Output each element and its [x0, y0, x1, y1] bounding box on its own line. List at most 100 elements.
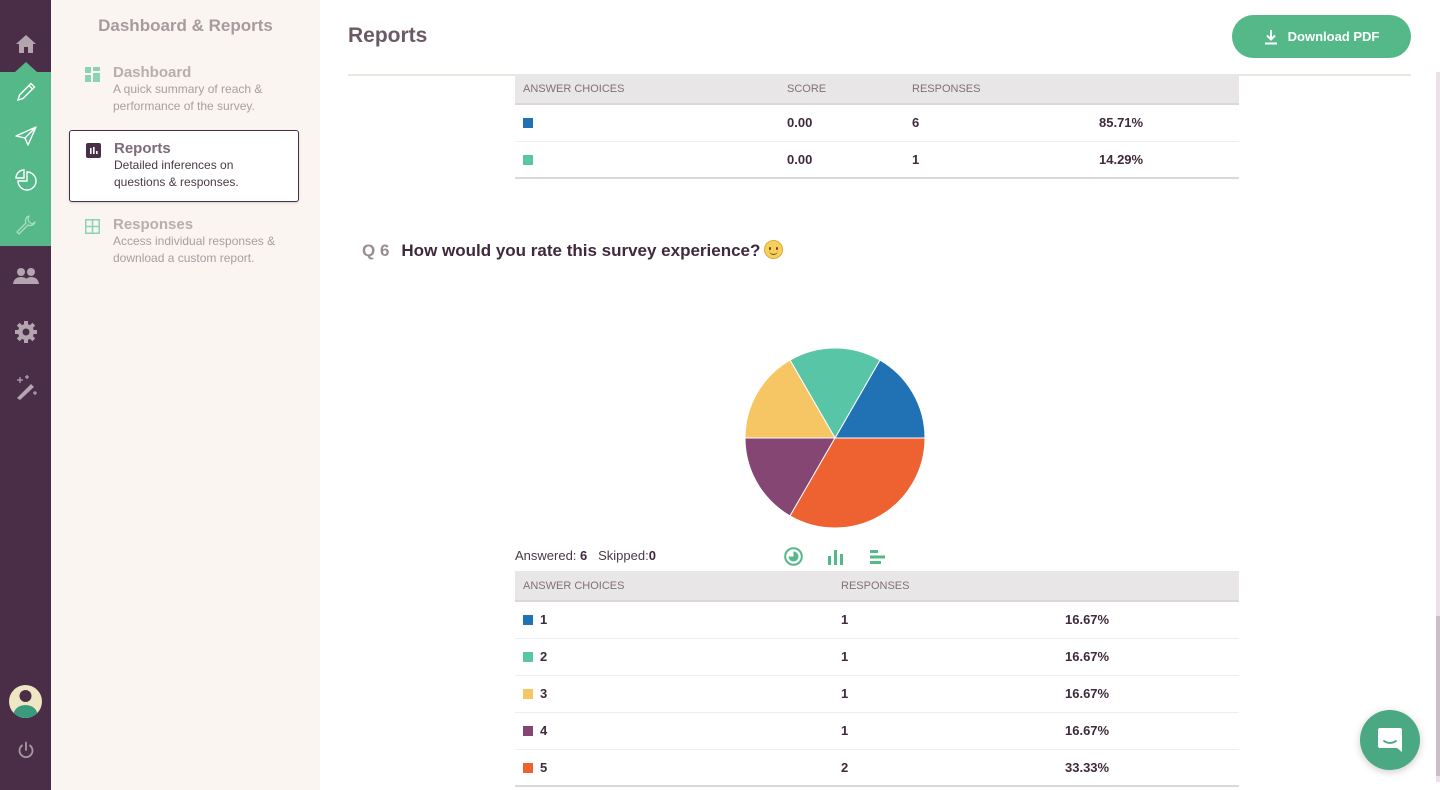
responses-cell: 1 [833, 601, 1057, 639]
dashboard-grid-icon [85, 67, 100, 82]
answered-count: 6 [580, 548, 588, 563]
pie-chart [744, 347, 926, 529]
pie-view-icon [784, 547, 803, 566]
col-score: SCORE [779, 74, 904, 105]
color-swatch [523, 118, 533, 129]
question-number: Q 6 [362, 241, 390, 260]
rail-tools[interactable] [0, 205, 51, 245]
percent-cell: 16.67% [1057, 675, 1239, 713]
smiling-face-emoji-icon [764, 240, 784, 259]
answered-label: Answered: [515, 548, 577, 563]
score-cell: 0.00 [779, 104, 904, 142]
home-icon [15, 35, 36, 53]
responses-cell: 2 [833, 749, 1057, 787]
table-row: 2 1 16.67% [515, 638, 1239, 676]
pie-chart-icon [14, 169, 37, 191]
col-answer-choices: ANSWER CHOICES [515, 74, 779, 105]
table-row: 0.00 6 85.71% [515, 104, 1239, 142]
prev-question-table: ANSWER CHOICES SCORE RESPONSES 0.00 6 85… [515, 74, 1239, 179]
subnav-item-desc: A quick summary of reach & performance o… [113, 82, 263, 113]
color-swatch [523, 652, 533, 662]
choice-label: 5 [540, 759, 548, 775]
color-swatch [523, 615, 533, 626]
download-icon [1264, 29, 1277, 44]
wrench-icon [15, 215, 36, 235]
percent-cell: 14.29% [1091, 141, 1239, 179]
skipped-label: Skipped: [598, 548, 649, 563]
table-row: 5 2 33.33% [515, 749, 1239, 787]
col-responses: RESPONSES [833, 571, 1057, 602]
table-row: 3 1 16.67% [515, 675, 1239, 713]
col-percent [1057, 571, 1239, 602]
users-icon [12, 268, 39, 284]
horizontal-bar-view-toggle[interactable] [869, 549, 887, 570]
percent-cell: 85.71% [1091, 104, 1239, 142]
gear-icon [14, 321, 37, 343]
color-swatch [523, 762, 533, 773]
col-percent [1091, 74, 1239, 105]
subnav-item-desc: Detailed inferences on questions & respo… [114, 158, 239, 189]
pencil-icon [16, 82, 35, 102]
table-row: 0.00 1 14.29% [515, 141, 1239, 179]
question-title: Q 6 How would you rate this survey experi… [362, 240, 784, 261]
choice-label: 2 [540, 649, 548, 664]
chat-launcher-button[interactable] [1360, 710, 1420, 770]
subnav-item-label: Dashboard [113, 64, 192, 81]
responses-cell: 1 [833, 638, 1057, 676]
responses-cell: 1 [833, 712, 1057, 750]
subnav-title: Dashboard & Reports [98, 16, 273, 35]
icon-rail [0, 0, 51, 790]
answered-summary: Answered: 6 Skipped:0 [515, 548, 656, 563]
user-avatar-icon[interactable] [9, 685, 42, 718]
bar-chart-icon [86, 143, 101, 158]
scrollbar-thumb[interactable] [1436, 616, 1440, 776]
subnav-item-desc: Access individual responses & download a… [113, 234, 276, 265]
color-swatch [523, 689, 533, 699]
responses-cell: 1 [904, 141, 1091, 179]
download-pdf-button[interactable]: Download PDF [1232, 15, 1411, 58]
subnav-item-dashboard[interactable]: Dashboard A quick summary of reach & per… [69, 55, 299, 125]
col-responses: RESPONSES [904, 74, 1091, 105]
q6-responses-table: ANSWER CHOICES RESPONSES 1 1 16.67% 2 1 … [515, 571, 1239, 787]
subnav-item-label: Responses [113, 216, 194, 233]
download-pdf-label: Download PDF [1287, 29, 1380, 44]
choice-label: 1 [540, 612, 548, 628]
choice-label: 4 [540, 723, 548, 738]
pie-chart-svg [744, 347, 926, 529]
score-cell: 0.00 [779, 141, 904, 179]
rail-edit[interactable] [0, 72, 51, 112]
pie-view-toggle[interactable] [784, 547, 803, 571]
responses-cell: 1 [833, 675, 1057, 713]
rail-analytics[interactable] [0, 160, 51, 200]
skipped-count: 0 [648, 548, 656, 563]
rail-distribute[interactable] [0, 116, 51, 156]
subnav-item-label: Reports [114, 140, 171, 157]
reports-subnav: Dashboard & Reports Dashboard A quick su… [51, 0, 320, 790]
horizontal-bar-view-icon [870, 549, 885, 564]
rail-magic[interactable] [0, 367, 51, 407]
table-grid-icon [85, 219, 100, 234]
responses-cell: 6 [904, 104, 1091, 142]
percent-cell: 16.67% [1057, 601, 1239, 639]
rail-users[interactable] [0, 256, 51, 296]
percent-cell: 16.67% [1057, 638, 1239, 676]
subnav-item-responses[interactable]: Responses Access individual responses & … [69, 207, 299, 277]
bar-view-toggle[interactable] [827, 549, 845, 570]
question-text: How would you rate this survey experienc… [401, 241, 761, 260]
rail-home[interactable] [0, 24, 51, 64]
color-swatch [523, 726, 533, 736]
table-row: 1 1 16.67% [515, 601, 1239, 639]
magic-wand-icon [16, 375, 37, 400]
choice-label: 3 [540, 686, 548, 701]
power-icon [18, 741, 33, 759]
table-row: 4 1 16.67% [515, 712, 1239, 750]
send-icon [14, 126, 37, 146]
rail-settings[interactable] [0, 312, 51, 352]
color-swatch [523, 154, 533, 165]
vertical-scrollbar[interactable] [1436, 72, 1440, 782]
subnav-item-reports[interactable]: Reports Detailed inferences on questions… [69, 130, 299, 202]
percent-cell: 16.67% [1057, 712, 1239, 750]
chat-bubble-icon [1378, 728, 1402, 752]
logout-button[interactable] [0, 730, 51, 770]
chart-view-toggles [784, 547, 887, 571]
